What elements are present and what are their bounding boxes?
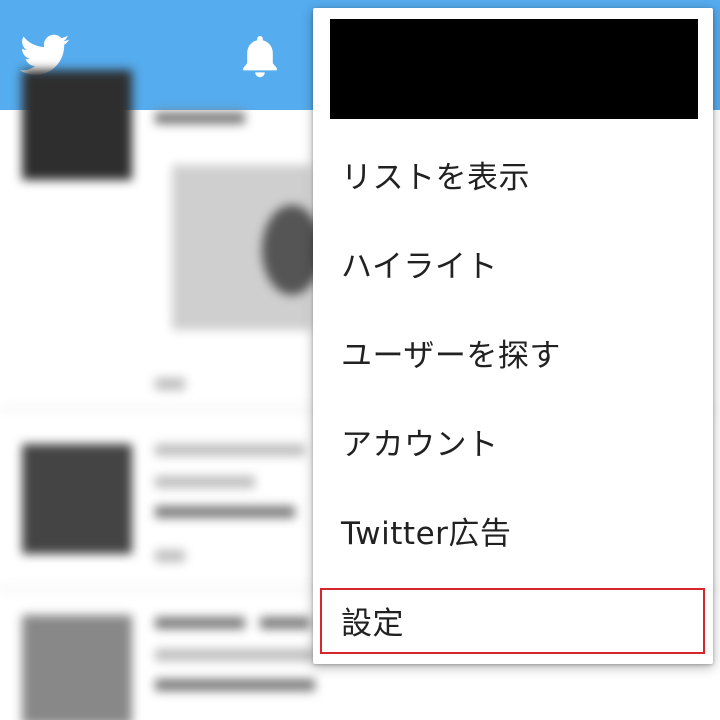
menu-item-find-users[interactable]: ユーザーを探す	[313, 308, 713, 396]
tweet-text-line	[155, 617, 245, 629]
menu-item-account[interactable]: アカウント	[313, 397, 713, 485]
menu-item-view-lists[interactable]: リストを表示	[313, 130, 713, 218]
tweet-text-line	[155, 476, 255, 488]
menu-item-highlights[interactable]: ハイライト	[313, 219, 713, 307]
tweet-text-line	[155, 444, 305, 456]
menu-item-label: リストを表示	[341, 159, 530, 196]
avatar	[22, 615, 132, 720]
redacted-account-header	[330, 19, 698, 119]
tweet-text-line	[155, 506, 295, 518]
tweet-text-line	[155, 649, 315, 661]
menu-item-label: Twitter広告	[341, 515, 512, 552]
tweet-text-line	[260, 617, 310, 629]
bell-icon[interactable]	[240, 32, 280, 80]
tweet-action	[155, 550, 185, 562]
tweet-media	[172, 165, 322, 330]
menu-item-twitter-ads[interactable]: Twitter広告	[313, 486, 713, 574]
menu-item-label: アカウント	[341, 426, 499, 463]
avatar	[22, 444, 132, 554]
menu-item-label: ユーザーを探す	[341, 337, 561, 374]
menu-item-label: ハイライト	[341, 248, 498, 285]
tweet-text-line	[155, 112, 245, 124]
settings-highlight-outline	[320, 588, 705, 654]
tweet-action	[155, 378, 185, 390]
tweet-text-line	[155, 679, 315, 691]
avatar	[22, 70, 132, 180]
overflow-menu: リストを表示 ハイライト ユーザーを探す アカウント Twitter広告 設定	[313, 8, 713, 664]
